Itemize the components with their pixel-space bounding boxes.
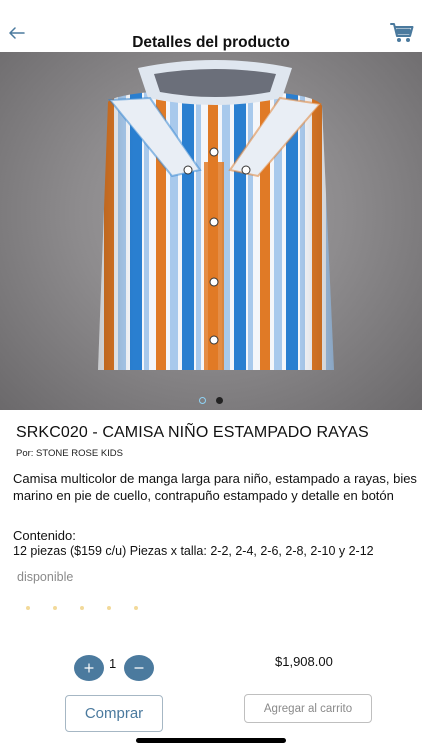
star-rating[interactable]: [26, 606, 138, 610]
minus-icon: [134, 667, 144, 669]
contents-label: Contenido:: [13, 528, 76, 543]
striped-shirt-photo: [98, 60, 334, 370]
product-brand: Por: STONE ROSE KIDS: [16, 448, 123, 459]
availability-status: disponible: [17, 570, 74, 584]
product-image-carousel[interactable]: [0, 52, 422, 410]
quantity-value: 1: [109, 656, 117, 671]
total-price: $1,908.00: [275, 654, 333, 669]
plus-icon: [84, 663, 94, 673]
add-to-cart-button[interactable]: Agregar al carrito: [244, 694, 372, 723]
quantity-decrease-button[interactable]: [124, 655, 154, 681]
star-icon[interactable]: [53, 606, 57, 610]
top-bar: Detalles del producto: [0, 18, 422, 54]
pager-dot[interactable]: [199, 397, 206, 404]
star-icon[interactable]: [80, 606, 84, 610]
home-indicator: [136, 738, 286, 743]
contents-detail: 12 piezas ($159 c/u) Piezas x talla: 2-2…: [13, 544, 374, 558]
carousel-pager[interactable]: [0, 397, 422, 404]
product-name: SRKC020 - CAMISA NIÑO ESTAMPADO RAYAS: [16, 424, 369, 441]
page-title: Detalles del producto: [132, 34, 290, 51]
star-icon[interactable]: [134, 606, 138, 610]
star-icon[interactable]: [26, 606, 30, 610]
buy-button[interactable]: Comprar: [65, 695, 163, 732]
shopping-cart-icon[interactable]: [390, 22, 414, 44]
pager-dot-active[interactable]: [216, 397, 223, 404]
star-icon[interactable]: [107, 606, 111, 610]
status-bar: [0, 0, 422, 18]
quantity-increase-button[interactable]: [74, 655, 104, 681]
product-description: Camisa multicolor de manga larga para ni…: [13, 471, 417, 503]
